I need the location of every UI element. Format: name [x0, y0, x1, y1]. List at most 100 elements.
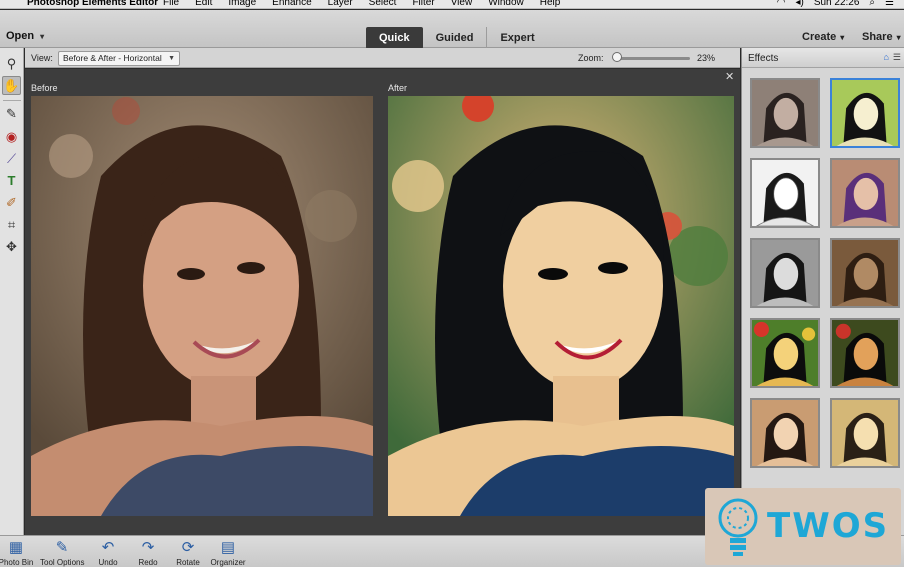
panel-menu-icon[interactable]: ☰	[893, 52, 901, 63]
redo-label: Redo	[138, 558, 158, 567]
zoom-slider-handle[interactable]	[612, 52, 622, 62]
create-button[interactable]: Create ▾	[802, 31, 844, 43]
before-label: Before	[31, 83, 58, 93]
create-label: Create	[802, 31, 837, 43]
tab-expert[interactable]: Expert	[486, 27, 547, 49]
tab-guided[interactable]: Guided	[423, 27, 487, 49]
clock[interactable]: Sun 22:26	[814, 0, 860, 8]
photo-bin-button[interactable]: ▦ Photo Bin	[0, 538, 38, 567]
view-mode-value: Before & After - Horizontal	[63, 53, 162, 63]
reset-icon[interactable]: ⌂	[883, 52, 888, 63]
share-button[interactable]: Share ▾	[862, 31, 901, 43]
rotate-button[interactable]: ⟳ Rotate	[166, 538, 210, 567]
after-label: After	[388, 83, 408, 93]
effect-preview-image	[832, 160, 898, 226]
effect-thumb-grayscale[interactable]	[750, 238, 820, 308]
menu-enhance[interactable]: Enhance	[272, 0, 311, 8]
after-photo[interactable]	[388, 96, 734, 516]
redo-icon: ↷	[141, 539, 155, 556]
chevron-down-icon: ▾	[840, 33, 845, 42]
effect-thumb-high-contrast-warm[interactable]	[830, 318, 900, 388]
app-header: Open ▾ Quick Guided Expert Create ▾ Share ▾	[0, 10, 904, 49]
open-button[interactable]: Open ▾	[6, 30, 44, 42]
undo-icon: ↶	[101, 539, 115, 556]
move-tool-icon[interactable]: ✥	[2, 237, 21, 256]
photo-bin-icon: ▦	[8, 539, 24, 556]
app-name-menu[interactable]: Photoshop Elements Editor	[27, 0, 158, 8]
effect-thumb-sketch-bw[interactable]	[750, 158, 820, 228]
status-area: ◠ ◂) Sun 22:26 ⌕ ☰	[777, 0, 894, 8]
image-canvas: ✕ Before After	[25, 69, 740, 535]
watermark-text: TWOS	[767, 506, 890, 546]
effect-preview-image	[832, 80, 898, 146]
undo-button[interactable]: ↶ Undo	[86, 538, 130, 567]
whiten-teeth-icon[interactable]: ⟋	[2, 149, 21, 168]
quick-selection-icon[interactable]: ✎	[2, 104, 21, 123]
chevron-down-icon: ▾	[40, 32, 45, 41]
tab-quick[interactable]: Quick	[366, 27, 423, 49]
effect-thumb-vivid-yellow[interactable]	[750, 318, 820, 388]
effect-preview-image	[832, 320, 898, 386]
volume-icon[interactable]: ◂)	[795, 0, 803, 8]
tool-options-icon: ✎	[55, 539, 69, 556]
tool-options-label: Tool Options	[40, 558, 85, 567]
menu-file[interactable]: File	[163, 0, 179, 8]
text-tool-icon[interactable]: T	[2, 171, 21, 190]
tool-options-button[interactable]: ✎ Tool Options	[40, 538, 84, 567]
spot-healing-icon[interactable]: ✐	[2, 193, 21, 212]
menu-image[interactable]: Image	[228, 0, 256, 8]
effects-panel: Effects ⌂ ☰	[741, 48, 904, 535]
menu-help[interactable]: Help	[540, 0, 561, 8]
spotlight-icon[interactable]: ⌕	[869, 0, 875, 8]
before-photo-image	[31, 96, 373, 516]
zoom-value: 23%	[697, 53, 716, 63]
hand-tool-icon[interactable]: ✋	[2, 76, 21, 95]
organizer-label: Organizer	[210, 558, 246, 567]
effect-preview-image	[832, 400, 898, 466]
effect-preview-image	[752, 400, 818, 466]
toolbar-divider	[3, 100, 21, 101]
chevron-down-icon: ▾	[896, 33, 901, 42]
menu-window[interactable]: Window	[488, 0, 524, 8]
watermark-logo: TWOS	[705, 488, 901, 565]
effect-preview-image	[752, 320, 818, 386]
menu-select[interactable]: Select	[369, 0, 397, 8]
rotate-label: Rotate	[176, 558, 200, 567]
share-label: Share	[862, 31, 893, 43]
close-icon[interactable]: ✕	[725, 70, 734, 83]
menu-view[interactable]: View	[451, 0, 473, 8]
undo-label: Undo	[98, 558, 118, 567]
redo-button[interactable]: ↷ Redo	[126, 538, 170, 567]
effects-header: Effects ⌂ ☰	[742, 48, 904, 68]
notification-icon[interactable]: ☰	[885, 0, 894, 8]
menu-filter[interactable]: Filter	[412, 0, 434, 8]
menu-edit[interactable]: Edit	[195, 0, 212, 8]
lightbulb-icon	[718, 498, 758, 556]
after-photo-image	[388, 96, 734, 516]
effect-thumb-golden-fade[interactable]	[830, 398, 900, 468]
effect-preview-image	[752, 80, 818, 146]
effect-preview-image	[752, 240, 818, 306]
organizer-button[interactable]: ▤ Organizer	[206, 538, 250, 567]
effect-preview-image	[832, 240, 898, 306]
red-eye-icon[interactable]: ◉	[2, 127, 21, 146]
zoom-tool-icon[interactable]: ⚲	[2, 54, 21, 73]
effect-thumb-purple-tint[interactable]	[830, 158, 900, 228]
system-menu-bar: Photoshop Elements Editor File Edit Imag…	[0, 0, 904, 9]
photo-bin-label: Photo Bin	[0, 558, 34, 567]
effect-thumb-soft-warm[interactable]	[750, 398, 820, 468]
effect-thumb-pop-color[interactable]	[830, 78, 900, 148]
wifi-icon[interactable]: ◠	[777, 0, 786, 8]
before-photo[interactable]	[31, 96, 373, 516]
organizer-icon: ▤	[220, 539, 236, 556]
zoom-slider-track[interactable]	[616, 57, 690, 60]
tools-panel: ⚲ ✋ ✎ ◉ ⟋ T ✐ ⌗ ✥	[0, 48, 24, 535]
effect-thumb-muted-gray[interactable]	[750, 78, 820, 148]
effect-thumb-sepia-brown[interactable]	[830, 238, 900, 308]
chevron-down-icon: ▼	[168, 55, 175, 62]
mode-tabs: Quick Guided Expert	[366, 27, 548, 49]
menu-layer[interactable]: Layer	[328, 0, 353, 8]
view-mode-dropdown[interactable]: Before & After - Horizontal ▼	[58, 51, 180, 66]
view-options-bar: View: Before & After - Horizontal ▼ Zoom…	[25, 48, 740, 68]
crop-tool-icon[interactable]: ⌗	[2, 215, 21, 234]
